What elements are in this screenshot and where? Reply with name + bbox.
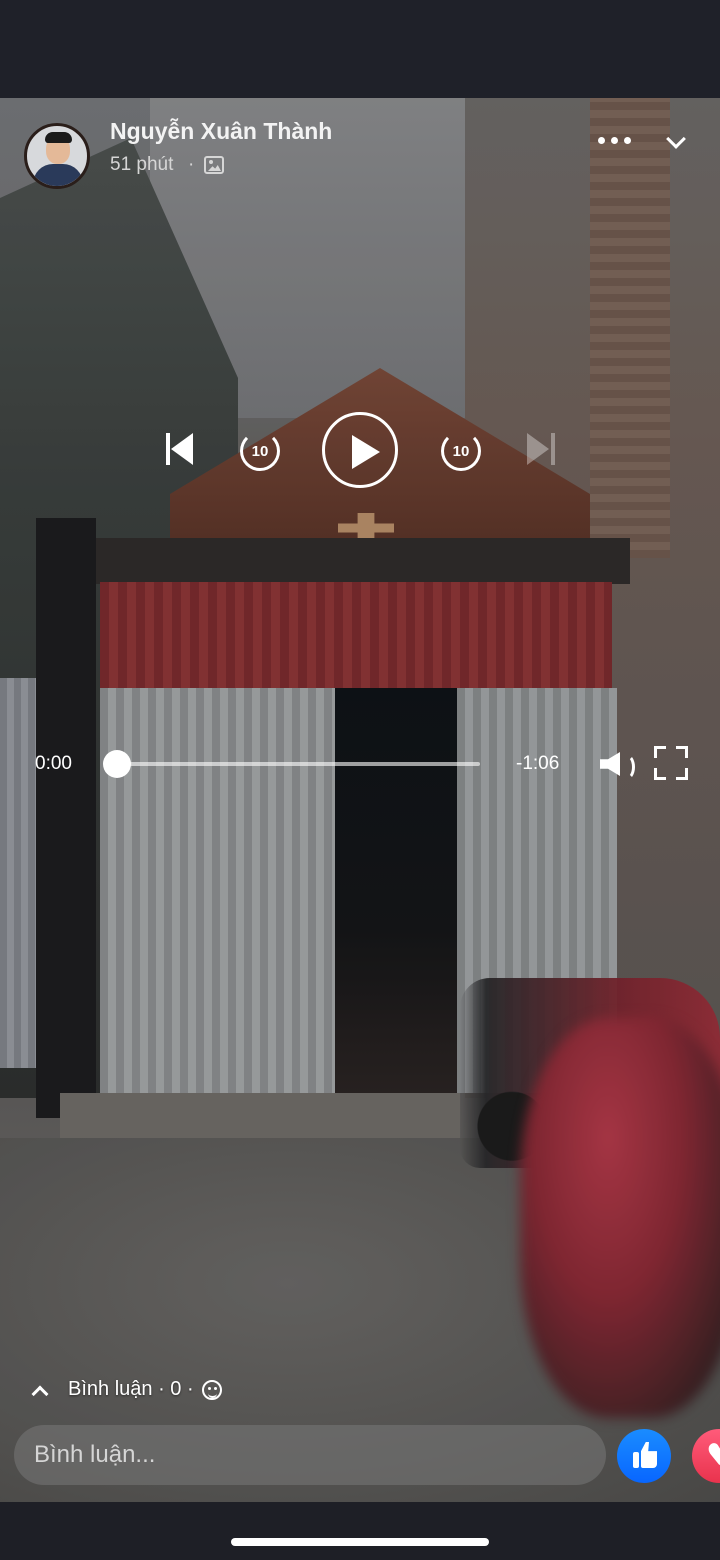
remaining-time: -1:06 [516, 753, 560, 774]
comment-input[interactable] [14, 1425, 606, 1485]
previous-icon[interactable] [166, 433, 194, 465]
current-time: 0:00 [35, 753, 72, 774]
smiley-icon [201, 1379, 222, 1400]
post-time: 51 phút [110, 154, 174, 175]
video-frame[interactable] [0, 98, 720, 1502]
rewind-10-icon[interactable]: 10 [240, 431, 280, 471]
author-avatar[interactable] [24, 123, 90, 189]
next-icon[interactable] [527, 433, 555, 465]
avatar-suit [33, 164, 83, 186]
author-name[interactable]: Nguyễn Xuân Thành [110, 118, 332, 145]
video-dim-overlay [0, 98, 720, 1502]
fullscreen-icon[interactable] [654, 746, 688, 780]
photo-album-icon [204, 156, 224, 174]
forward-10-icon[interactable]: 10 [441, 431, 481, 471]
seek-bar[interactable] [118, 762, 480, 766]
avatar-hair [45, 132, 72, 143]
meta-separator: · [188, 154, 195, 175]
seek-handle[interactable] [103, 750, 131, 778]
volume-icon[interactable] [600, 748, 636, 780]
like-button[interactable] [617, 1429, 671, 1483]
home-indicator[interactable] [231, 1538, 489, 1546]
chevron-up-icon [32, 1383, 46, 1397]
status-bar [0, 0, 720, 98]
comments-toggle[interactable]: Bình luận · 0 · [32, 1378, 222, 1401]
bottom-bar [0, 1502, 720, 1560]
chevron-down-icon[interactable] [666, 132, 688, 154]
comments-label: Bình luận · 0 · [68, 1378, 194, 1400]
play-button[interactable] [322, 412, 398, 488]
more-options-icon[interactable] [598, 128, 634, 152]
